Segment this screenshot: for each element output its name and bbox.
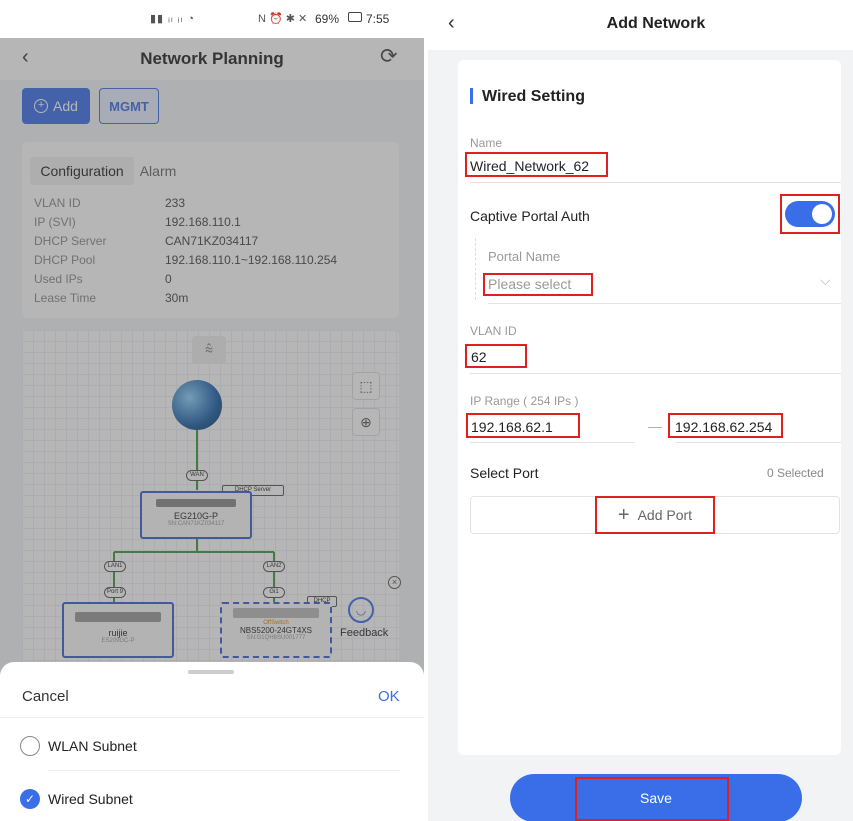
divider <box>676 442 841 443</box>
battery-percent: 69% <box>315 12 340 26</box>
portal-name-label: Portal Name <box>488 249 561 264</box>
cancel-button[interactable]: Cancel <box>22 688 69 705</box>
page-title: Add Network <box>606 15 706 32</box>
chevron-down-icon[interactable]: ⌵ <box>820 272 831 289</box>
highlight-box <box>465 152 608 177</box>
range-separator: — <box>648 418 662 434</box>
port-count: 0 Selected <box>767 466 824 480</box>
ok-button[interactable]: OK <box>378 688 400 705</box>
divider <box>470 373 841 374</box>
option-wlan-subnet[interactable]: WLAN Subnet <box>20 735 400 759</box>
vlan-label: VLAN ID <box>470 324 517 338</box>
highlight-box <box>595 496 715 534</box>
check-circle-icon: ✓ <box>20 789 40 809</box>
option-label: Wired Subnet <box>48 791 133 807</box>
section-title: Wired Setting <box>482 88 585 105</box>
clock: 7:55 <box>366 12 390 26</box>
divider <box>470 182 841 183</box>
bottom-sheet: Cancel OK WLAN Subnet ✓ Wired Subnet <box>0 662 424 821</box>
captive-portal-label: Captive Portal Auth <box>470 208 590 224</box>
status-bar: ▮▮ ᵢₗ ᵢₗ ◔ N ⏰ ✱ ✕ 69% 7:55 <box>0 0 424 38</box>
name-label: Name <box>470 136 503 150</box>
system-icons: N ⏰ ✱ ✕ <box>258 13 308 25</box>
select-port-label: Select Port <box>470 465 539 481</box>
divider <box>0 717 424 718</box>
indent-line <box>475 238 476 300</box>
highlight-box <box>483 273 593 296</box>
wired-setting-card: Wired Setting Name Wired_Network_62 Capt… <box>458 60 841 755</box>
battery-icon <box>348 12 362 22</box>
highlight-box <box>668 413 783 438</box>
divider <box>470 442 635 443</box>
highlight-box <box>575 777 729 821</box>
section-accent <box>470 88 473 104</box>
radio-unchecked-icon <box>20 736 40 756</box>
ip-range-label: IP Range ( 254 IPs ) <box>470 394 579 408</box>
divider <box>48 770 400 771</box>
right-nav-bar: ‹ Add Network <box>428 0 853 50</box>
right-phone-screen: ‹ Add Network Wired Setting Name Wired_N… <box>428 0 853 821</box>
option-label: WLAN Subnet <box>48 738 137 754</box>
option-wired-subnet[interactable]: ✓ Wired Subnet <box>20 788 400 812</box>
highlight-box <box>780 194 840 234</box>
left-phone-screen: ▮▮ ᵢₗ ᵢₗ ◔ N ⏰ ✱ ✕ 69% 7:55 ‹ Network Pl… <box>0 0 424 821</box>
highlight-box <box>466 413 580 438</box>
signal-icons: ▮▮ ᵢₗ ᵢₗ ◔ <box>150 13 196 25</box>
divider <box>488 303 841 304</box>
drag-handle[interactable] <box>188 670 234 674</box>
highlight-box <box>465 344 527 368</box>
